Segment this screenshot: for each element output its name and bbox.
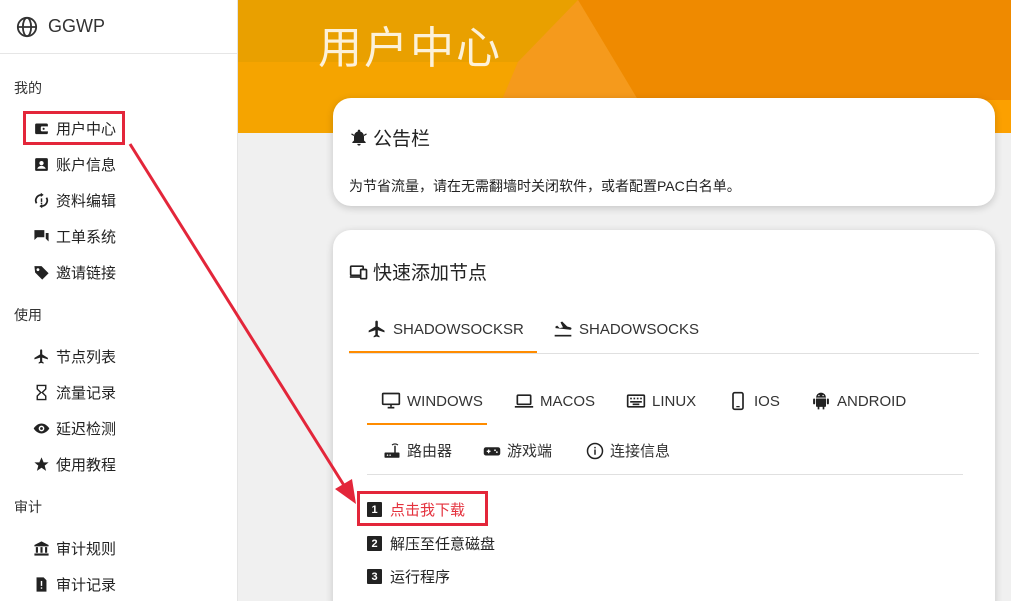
sidebar-item-label: 使用教程 [56, 456, 117, 474]
laptop-icon [514, 394, 534, 408]
quick-add-title: 快速添加节点 [349, 258, 487, 285]
sidebar-item-label: 工单系统 [56, 228, 117, 246]
sidebar-item-label: 审计规则 [56, 540, 117, 558]
tab-label: SHADOWSOCKSR [393, 320, 524, 338]
airplane-icon [368, 320, 385, 338]
bank-icon [32, 539, 50, 557]
tab-label: 游戏端 [507, 443, 553, 460]
tab-ios[interactable]: IOS [728, 391, 780, 411]
tab-label: SHADOWSOCKS [579, 320, 700, 338]
step-extract: 2 解压至任意磁盘 [367, 533, 495, 554]
notice-card: 公告栏 为节省流量，请在无需翻墙时关闭软件，或者配置PAC白名单。 [333, 98, 995, 206]
desktop-icon [381, 392, 401, 409]
devices-icon [349, 264, 368, 279]
protocol-tabs-divider [349, 353, 979, 354]
sidebar-item-tickets[interactable]: 工单系统 [0, 218, 237, 254]
tab-windows[interactable]: WINDOWS [381, 391, 483, 411]
tab-label: ANDROID [837, 392, 907, 410]
tab-label: LINUX [652, 392, 697, 410]
step-number-2: 2 [367, 536, 382, 551]
annotation-highlight-download [357, 491, 488, 526]
page-title: 用户中心 [318, 24, 502, 73]
globe-icon [16, 16, 38, 38]
sidebar-item-label: 资料编辑 [56, 192, 117, 210]
tab-shadowsocksr[interactable]: SHADOWSOCKSR [367, 319, 524, 339]
bell-icon [351, 129, 367, 145]
step-label: 解压至任意磁盘 [390, 536, 496, 553]
sidebar-item-latency[interactable]: 延迟检测 [0, 410, 237, 446]
router-icon [384, 443, 400, 458]
forum-icon [32, 227, 50, 245]
star-icon [32, 455, 50, 473]
tab-shadowsocks[interactable]: SHADOWSOCKS [553, 319, 699, 339]
sidebar-item-label: 节点列表 [56, 348, 117, 366]
sidebar-item-label: 审计记录 [56, 576, 117, 594]
sidebar-item-account-info[interactable]: 账户信息 [0, 146, 237, 182]
sync-icon [32, 191, 50, 209]
step-number-3: 3 [367, 569, 382, 584]
tab-label: WINDOWS [407, 392, 483, 410]
airplane-icon [32, 347, 50, 365]
sidebar-item-label: 邀请链接 [56, 264, 117, 282]
account-box-icon [32, 155, 50, 173]
tab-label: IOS [754, 392, 780, 410]
tab-label: 路由器 [407, 443, 453, 460]
flight-land-icon [554, 321, 572, 337]
sidebar-item-audit-log[interactable]: 审计记录 [0, 566, 237, 601]
tab-macos[interactable]: MACOS [514, 391, 595, 411]
section-title-mine: 我的 [14, 80, 42, 96]
sidebar-item-traffic-log[interactable]: 流量记录 [0, 374, 237, 410]
report-icon [32, 575, 50, 593]
keyboard-icon [626, 394, 646, 408]
brand-name: GGWP [48, 16, 105, 36]
notice-text: 为节省流量，请在无需翻墙时关闭软件，或者配置PAC白名单。 [349, 178, 741, 194]
tab-label: MACOS [540, 392, 596, 410]
platform-tabs-divider [367, 474, 963, 475]
brand[interactable]: GGWP [0, 0, 237, 54]
info-icon [586, 442, 604, 459]
gamepad-icon [483, 446, 501, 455]
hourglass-icon [32, 383, 50, 401]
quick-add-card: 快速添加节点 SHADOWSOCKSR SHADOWSOCKS WINDOWS … [333, 230, 995, 601]
step-run: 3 运行程序 [367, 566, 450, 587]
section-title-audit: 审计 [14, 499, 42, 515]
notice-card-title: 公告栏 [349, 124, 430, 151]
tab-router[interactable]: 路由器 [383, 440, 452, 461]
platform-tab-indicator [367, 423, 487, 425]
sidebar-item-audit-rules[interactable]: 审计规则 [0, 530, 237, 566]
step-label: 运行程序 [390, 569, 451, 586]
sidebar-item-profile-edit[interactable]: 资料编辑 [0, 182, 237, 218]
eye-icon [32, 419, 50, 437]
sidebar-item-node-list[interactable]: 节点列表 [0, 338, 237, 374]
section-title-usage: 使用 [14, 307, 42, 323]
tab-connection-info[interactable]: 连接信息 [586, 440, 670, 461]
sidebar-item-label: 账户信息 [56, 156, 117, 174]
android-icon [813, 392, 829, 410]
sidebar: GGWP 我的 用户中心 账户信息 资料编辑 工单系统 邀请链接 使用 节点列表 [0, 0, 238, 601]
sidebar-item-invite[interactable]: 邀请链接 [0, 254, 237, 290]
sidebar-item-label: 流量记录 [56, 384, 117, 402]
sidebar-item-label: 延迟检测 [56, 420, 117, 438]
tag-icon [32, 263, 50, 281]
tab-android[interactable]: ANDROID [811, 391, 906, 411]
annotation-highlight-user-center [23, 111, 125, 145]
sidebar-item-tutorial[interactable]: 使用教程 [0, 446, 237, 482]
phone-icon [732, 391, 744, 411]
quick-add-title-text: 快速添加节点 [373, 263, 488, 284]
notice-title: 公告栏 [373, 129, 431, 150]
tab-linux[interactable]: LINUX [626, 391, 696, 411]
tab-game[interactable]: 游戏端 [483, 440, 552, 461]
tab-label: 连接信息 [610, 443, 671, 460]
